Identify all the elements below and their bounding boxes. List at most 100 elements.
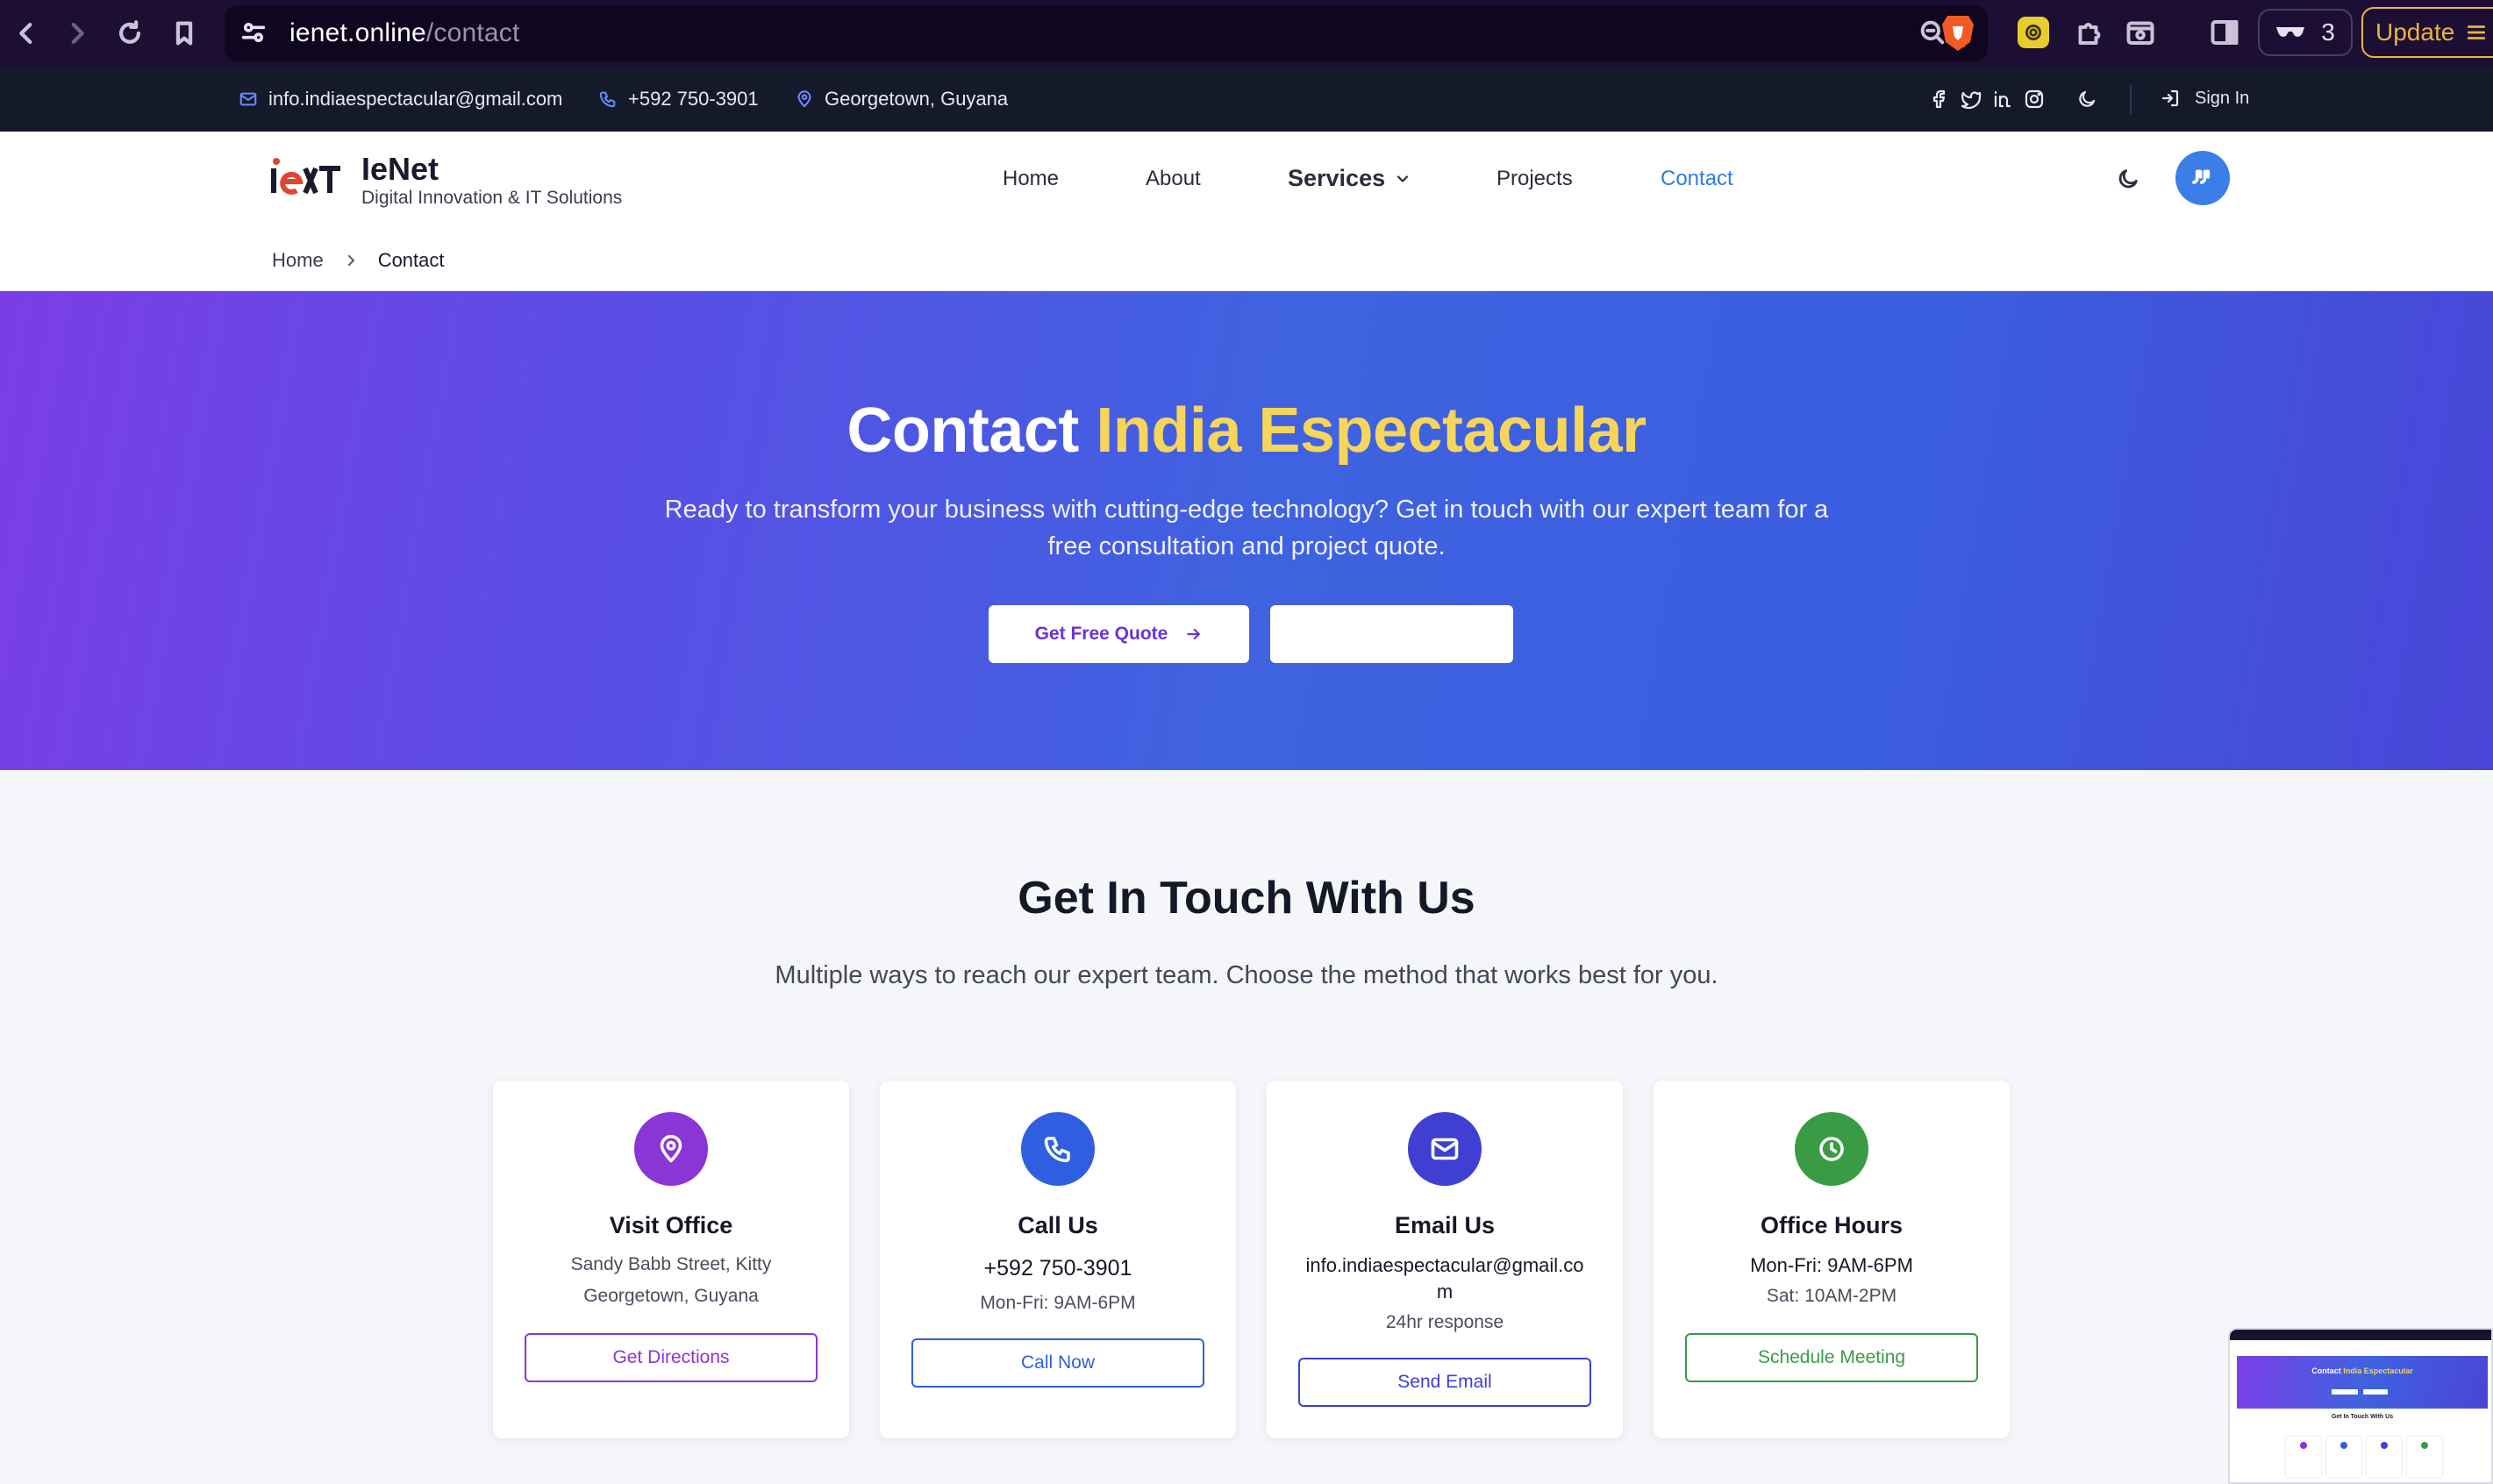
card-saturday-hours: Sat: 10AM-2PM: [1766, 1286, 1897, 1306]
preview-card: [2286, 1437, 2321, 1477]
mail-icon: [239, 92, 257, 106]
nav-about[interactable]: About: [1146, 167, 1201, 191]
topbar-divider: [2130, 84, 2132, 114]
hero-title: Contact India Espectacular: [0, 395, 2493, 467]
browser-toolbar: ienet.online/contact 3 Update: [0, 0, 2493, 67]
menu-icon: [2468, 25, 2486, 39]
nav-projects[interactable]: Projects: [1497, 167, 1573, 191]
card-weekday-hours: Mon-Fri: 9AM-6PM: [1750, 1254, 1913, 1276]
preview-button-2: [2363, 1389, 2388, 1395]
nav-services-label: Services: [1288, 165, 1386, 191]
phone-icon: [1021, 1112, 1095, 1186]
breadcrumb: Home Contact: [272, 249, 445, 272]
contact-card-office-hours: Office Hours Mon-Fri: 9AM-6PM Sat: 10AM-…: [1654, 1081, 2010, 1438]
preview-card: [2407, 1437, 2442, 1477]
card-title: Call Us: [1018, 1212, 1098, 1238]
user-avatar-button[interactable]: [2175, 151, 2230, 205]
wallet-button[interactable]: 3: [2258, 9, 2353, 56]
call-now-button[interactable]: Call Now: [911, 1338, 1204, 1388]
send-email-button[interactable]: Send Email: [1298, 1358, 1591, 1407]
address-bar[interactable]: ienet.online/contact: [225, 5, 1988, 61]
arrow-right-icon: [1187, 628, 1201, 640]
nav-home[interactable]: Home: [1003, 167, 1059, 191]
twitter-icon[interactable]: [1960, 88, 1982, 111]
breadcrumb-current: Contact: [377, 249, 445, 271]
card-hours: Mon-Fri: 9AM-6PM: [980, 1293, 1136, 1313]
contact-card-email-us: Email Us info.indiaespectacular@gmail.co…: [1267, 1081, 1623, 1438]
site-settings-icon[interactable]: [239, 18, 270, 49]
update-label: Update: [2375, 18, 2455, 46]
card-email-line-a[interactable]: info.indiaespectacular@gmail.co: [1284, 1254, 1605, 1277]
get-directions-button[interactable]: Get Directions: [525, 1333, 818, 1382]
hero-subtitle: Ready to transform your business with cu…: [664, 496, 1829, 560]
moon-icon[interactable]: [2075, 88, 2098, 111]
get-free-quote-button[interactable]: Get Free Quote: [989, 605, 1249, 663]
reload-icon[interactable]: [109, 12, 151, 54]
get-free-quote-label: Get Free Quote: [1034, 624, 1168, 644]
url-text[interactable]: ienet.online/contact: [289, 18, 520, 48]
clock-icon: [1795, 1112, 1868, 1186]
page-preview-thumbnail[interactable]: Contact India Espectacular Get In Touch …: [2228, 1328, 2493, 1484]
brave-shield-icon[interactable]: [1940, 12, 1975, 53]
secondary-hero-button[interactable]: [1270, 605, 1513, 663]
map-pin-icon: [797, 90, 811, 108]
preview-header: [2230, 1340, 2491, 1356]
facebook-icon[interactable]: [1928, 88, 1951, 111]
topbar-email-text: info.indiaespectacular@gmail.com: [268, 88, 563, 110]
nav-contact[interactable]: Contact: [1661, 167, 1733, 191]
forward-icon[interactable]: [56, 12, 98, 54]
breadcrumb-home[interactable]: Home: [272, 249, 324, 272]
login-icon: [2161, 89, 2179, 107]
brand-name[interactable]: IeNet: [361, 151, 439, 188]
topbar-email[interactable]: info.indiaespectacular@gmail.com: [239, 88, 562, 111]
card-line-2: Georgetown, Guyana: [583, 1286, 759, 1306]
preview-card: [2326, 1437, 2361, 1477]
topbar-location: Georgetown, Guyana: [795, 88, 1008, 111]
instagram-icon[interactable]: [2023, 88, 2046, 111]
top-info-bar: info.indiaespectacular@gmail.com +592 75…: [0, 67, 2493, 132]
preview-button-1: [2332, 1389, 2358, 1395]
theme-toggle-moon-icon[interactable]: [2116, 167, 2144, 195]
chevron-down-icon: [1397, 175, 1409, 182]
schedule-meeting-button[interactable]: Schedule Meeting: [1685, 1333, 1978, 1382]
update-button[interactable]: Update: [2361, 7, 2493, 58]
quote-icon: [2192, 169, 2211, 184]
contact-card-call-us: Call Us +592 750-3901 Mon-Fri: 9AM-6PM C…: [880, 1081, 1236, 1438]
phone-icon: [599, 91, 616, 108]
hero-title-accent: India Espectacular: [1096, 396, 1647, 466]
card-phone[interactable]: +592 750-3901: [897, 1256, 1218, 1281]
extensions-puzzle-icon[interactable]: [2072, 14, 2107, 51]
mail-icon: [1408, 1112, 1482, 1186]
preview-card: [2367, 1437, 2402, 1477]
wallet-count: 3: [2321, 18, 2335, 46]
preview-section-title: Get In Touch With Us: [2331, 1414, 2394, 1420]
topbar-phone[interactable]: +592 750-3901: [598, 88, 759, 111]
sidebar-toggle-icon[interactable]: [2207, 14, 2242, 51]
reader-icon[interactable]: [2123, 14, 2158, 51]
nav-services[interactable]: Services: [1288, 165, 1411, 192]
glasses-icon: [2276, 27, 2305, 37]
back-icon[interactable]: [5, 12, 47, 54]
card-title: Email Us: [1394, 1212, 1496, 1238]
preview-hero-title: Contact India Espectacular: [2311, 1366, 2413, 1375]
card-line-1: Sandy Babb Street, Kitty: [570, 1254, 772, 1274]
preview-hero: Contact India Espectacular: [2237, 1356, 2488, 1409]
bookmark-icon[interactable]: [163, 12, 205, 54]
card-email-line-b[interactable]: m: [1284, 1281, 1605, 1303]
linkedin-icon[interactable]: [1991, 88, 2014, 111]
brand-tagline: Digital Innovation & IT Solutions: [361, 188, 623, 208]
sign-in-link[interactable]: Sign In: [2160, 88, 2249, 109]
ienet-logo-icon[interactable]: [270, 153, 342, 202]
card-title: Visit Office: [609, 1212, 733, 1238]
contact-card-visit-office: Visit Office Sandy Babb Street, Kitty Ge…: [493, 1081, 849, 1438]
topbar-phone-text: +592 750-3901: [628, 88, 759, 110]
topbar-location-text: Georgetown, Guyana: [825, 88, 1009, 110]
card-response: 24hr response: [1385, 1312, 1504, 1332]
chevron-right-icon: [347, 254, 354, 267]
extension-yellow-icon[interactable]: [2018, 17, 2049, 48]
hero-title-prefix: Contact: [846, 396, 1079, 466]
site-header: IeNet Digital Innovation & IT Solutions …: [0, 132, 2493, 291]
map-pin-icon: [634, 1112, 708, 1186]
sign-in-label: Sign In: [2195, 88, 2250, 108]
section-title: Get In Touch With Us: [1018, 873, 1475, 924]
